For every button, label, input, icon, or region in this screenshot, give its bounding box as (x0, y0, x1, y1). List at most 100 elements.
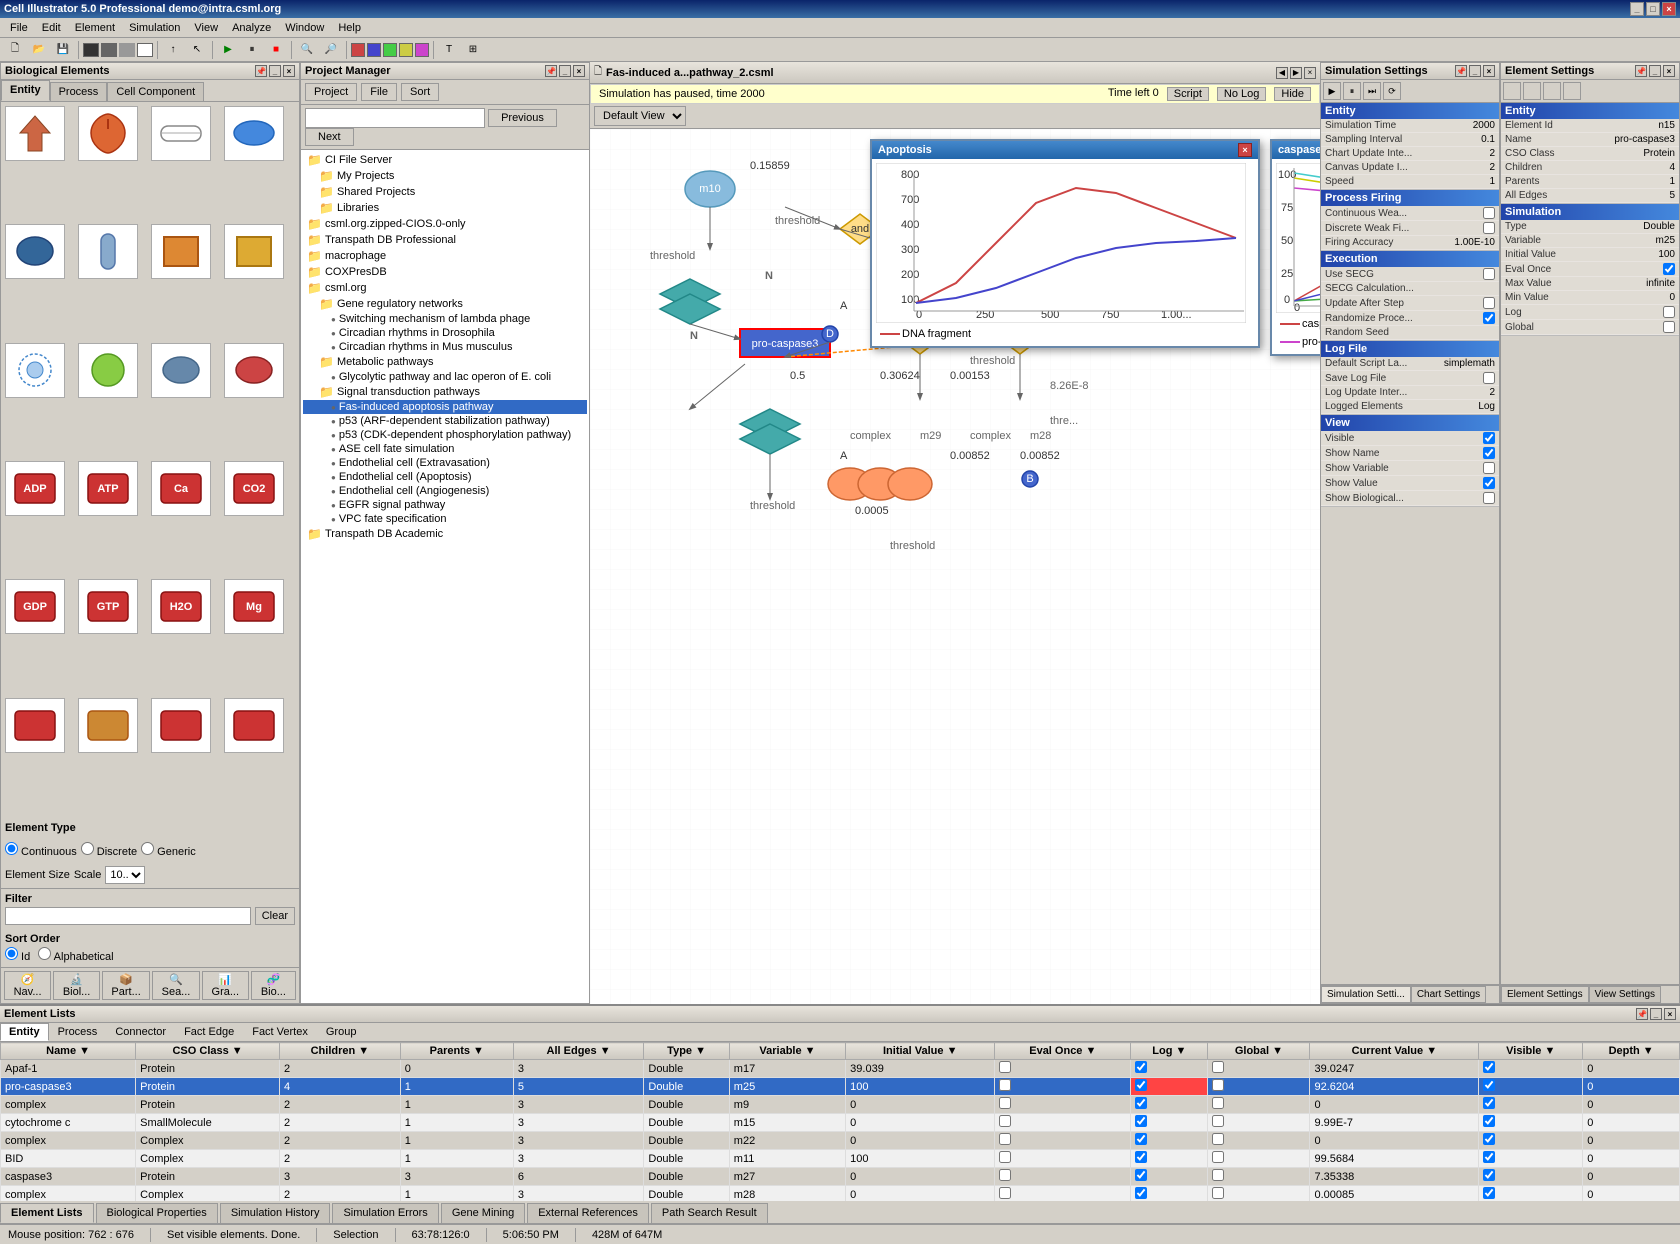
bio-item-4[interactable] (224, 106, 284, 161)
scale-select[interactable]: 10... (105, 866, 145, 884)
bio-item-3[interactable] (151, 106, 211, 161)
el-tab-process[interactable]: Process (49, 1023, 107, 1041)
tree-item-p53-cdk[interactable]: ● p53 (CDK-dependent phosphorylation pat… (303, 428, 587, 442)
tool-layout[interactable]: ⊞ (462, 40, 484, 60)
bio-panel-close[interactable]: × (283, 65, 295, 77)
el-settings-tool-2[interactable] (1523, 82, 1541, 100)
el-settings-tool-4[interactable] (1563, 82, 1581, 100)
tool-stop[interactable]: ■ (265, 40, 287, 60)
bio-item-9[interactable] (5, 343, 65, 398)
bottom-tab-element-lists[interactable]: Element Lists (0, 1203, 94, 1223)
tree-item-shared-projects[interactable]: 📁 Shared Projects (303, 184, 587, 200)
color-blue[interactable] (367, 43, 381, 57)
sim-use-secg-check[interactable] (1483, 268, 1495, 280)
bio-item-2[interactable] (78, 106, 138, 161)
bio-item-gtp[interactable]: GTP (78, 579, 138, 634)
col-children[interactable]: Children ▼ (280, 1043, 401, 1060)
sim-settings-pin[interactable]: 📌 (1455, 65, 1467, 77)
col-depth[interactable]: Depth ▼ (1583, 1043, 1680, 1060)
bio-item-15[interactable] (151, 698, 211, 753)
bottom-tab-bio-properties[interactable]: Biological Properties (96, 1203, 218, 1223)
col-global[interactable]: Global ▼ (1208, 1043, 1310, 1060)
sim-settings-close[interactable]: × (1483, 65, 1495, 77)
bio-item-8[interactable] (224, 224, 284, 279)
tab-process[interactable]: Process (50, 82, 108, 101)
tree-item-egfr[interactable]: ● EGFR signal pathway (303, 498, 587, 512)
tree-item-macrophage[interactable]: 📁 macrophage (303, 248, 587, 264)
sim-show-name-check[interactable] (1483, 447, 1495, 459)
el-log-check[interactable] (1663, 306, 1675, 318)
bio-item-7[interactable] (151, 224, 211, 279)
sim-discrete-weak-check[interactable] (1483, 222, 1495, 234)
color-red[interactable] (351, 43, 365, 57)
tree-item-p53-arf[interactable]: ● p53 (ARF-dependent stabilization pathw… (303, 414, 587, 428)
table-row[interactable]: caspase3Protein336Doublem2707.353380 (1, 1168, 1680, 1186)
filter-clear-btn[interactable]: Clear (255, 907, 295, 925)
bio-nav-btn-4[interactable]: 🔍 Sea... (152, 971, 200, 1000)
element-table-container[interactable]: Name ▼ CSO Class ▼ Children ▼ Parents ▼ … (0, 1042, 1680, 1201)
bio-panel-pin[interactable]: 📌 (255, 65, 267, 77)
el-settings-tool-1[interactable] (1503, 82, 1521, 100)
col-variable[interactable]: Variable ▼ (729, 1043, 845, 1060)
sim-entity-header[interactable]: Entity (1321, 103, 1499, 119)
continuous-option[interactable]: Continuous (5, 842, 77, 858)
menu-element[interactable]: Element (69, 20, 121, 36)
tree-item-signal[interactable]: 📁 Signal transduction pathways (303, 384, 587, 400)
canvas-close[interactable]: × (1304, 67, 1316, 79)
menu-edit[interactable]: Edit (36, 20, 67, 36)
sim-logfile-header[interactable]: Log File (1321, 341, 1499, 357)
table-row[interactable]: Apaf-1Protein203Doublem1739.03939.02470 (1, 1060, 1680, 1078)
el-simulation-header[interactable]: Simulation (1501, 204, 1679, 220)
proj-panel-minimize[interactable]: _ (559, 65, 571, 77)
sim-save-log-check[interactable] (1483, 372, 1495, 384)
tool-new[interactable]: 🗋 (4, 40, 26, 60)
tool-square3[interactable] (119, 43, 135, 57)
bio-item-mg[interactable]: Mg (224, 579, 284, 634)
bio-nav-btn-1[interactable]: 🧭 Nav... (4, 971, 51, 1000)
bio-item-10[interactable] (78, 343, 138, 398)
sim-settings-tool-4[interactable]: ⟳ (1383, 82, 1401, 100)
tab-chart-settings[interactable]: Chart Settings (1411, 986, 1486, 1003)
menu-file[interactable]: File (4, 20, 34, 36)
tree-item-coxpres[interactable]: 📁 COXPresDB (303, 264, 587, 280)
tree-item-glycolytic[interactable]: ● Glycolytic pathway and lac operon of E… (303, 370, 587, 384)
bio-nav-btn-2[interactable]: 🔬 Biol... (53, 971, 100, 1000)
bio-item-adp[interactable]: ADP (5, 461, 65, 516)
tree-item-csml[interactable]: 📁 csml.org (303, 280, 587, 296)
view-select[interactable]: Default View (594, 106, 686, 126)
tool-square1[interactable] (83, 43, 99, 57)
table-row[interactable]: complexComplex213Doublem2800.000850 (1, 1186, 1680, 1202)
color-green[interactable] (383, 43, 397, 57)
tab-entity[interactable]: Entity (1, 80, 50, 101)
bio-item-6[interactable] (78, 224, 138, 279)
sim-visible-check[interactable] (1483, 432, 1495, 444)
tree-item-transpath-acad[interactable]: 📁 Transpath DB Academic (303, 526, 587, 542)
col-eval-once[interactable]: Eval Once ▼ (995, 1043, 1131, 1060)
sim-execution-header[interactable]: Execution (1321, 251, 1499, 267)
bio-item-16[interactable] (224, 698, 284, 753)
tool-square4[interactable] (137, 43, 153, 57)
apoptosis-chart-titlebar[interactable]: Apoptosis × (872, 141, 1258, 159)
tree-item-gene-reg[interactable]: 📁 Gene regulatory networks (303, 296, 587, 312)
tree-item-circadian-mus[interactable]: ● Circadian rhythms in Mus musculus (303, 340, 587, 354)
bio-item-1[interactable] (5, 106, 65, 161)
bio-item-co2[interactable]: CO2 (224, 461, 284, 516)
proj-menu-project[interactable]: Project (305, 83, 357, 101)
proj-search-input[interactable] (305, 108, 485, 128)
tree-item-circadian-dros[interactable]: ● Circadian rhythms in Drosophila (303, 326, 587, 340)
el-tab-fact-edge[interactable]: Fact Edge (175, 1023, 243, 1041)
col-initial-value[interactable]: Initial Value ▼ (846, 1043, 995, 1060)
color-yellow[interactable] (399, 43, 413, 57)
close-btn[interactable]: × (1662, 2, 1676, 16)
tree-item-endothelial-apo[interactable]: ● Endothelial cell (Apoptosis) (303, 470, 587, 484)
table-row[interactable]: complexProtein213Doublem9000 (1, 1096, 1680, 1114)
sim-process-header[interactable]: Process Firing (1321, 190, 1499, 206)
tool-square2[interactable] (101, 43, 117, 57)
sim-show-variable-check[interactable] (1483, 462, 1495, 474)
tree-item-ase[interactable]: ● ASE cell fate simulation (303, 442, 587, 456)
col-current-value[interactable]: Current Value ▼ (1310, 1043, 1479, 1060)
col-type[interactable]: Type ▼ (644, 1043, 729, 1060)
tool-arrow[interactable]: ↑ (162, 40, 184, 60)
tool-save[interactable]: 💾 (52, 40, 74, 60)
menu-simulation[interactable]: Simulation (123, 20, 186, 36)
